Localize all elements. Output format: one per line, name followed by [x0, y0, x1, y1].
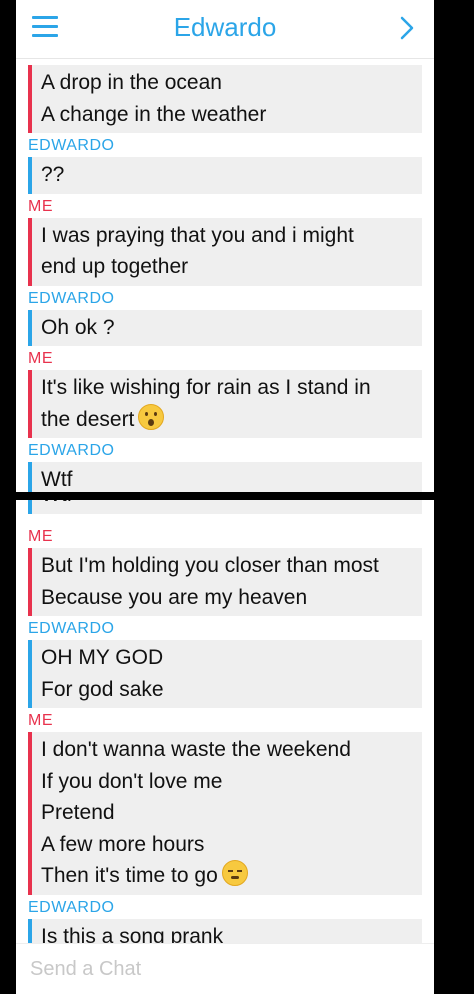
message-line: Then it's time to go [41, 860, 414, 892]
chat-title: Edwardo [173, 12, 277, 42]
message-line: A few more hours [41, 832, 205, 856]
message-bubble: Oh ok ? [28, 309, 422, 346]
message-line: If you don't love me [41, 769, 223, 793]
message-bubble: But I'm holding you closer than most Bec… [28, 548, 422, 616]
message-bubble: ?? [28, 157, 422, 194]
chevron-right-icon[interactable] [400, 16, 414, 40]
message-line: OH MY GOD [41, 646, 164, 669]
chat-header: Edwardo [16, 0, 434, 59]
message-line: Wtf [41, 468, 73, 491]
message-bubble: Wtf [28, 500, 422, 514]
chat-input-placeholder[interactable]: Send a Chat [30, 958, 141, 981]
sender-label: EDWARDO [28, 442, 115, 459]
message-line: I don't wanna waste the weekend [41, 738, 351, 761]
message-line: I was praying that you and i might [41, 223, 354, 247]
message-bubble: I don't wanna waste the weekend If you d… [28, 732, 422, 895]
sender-label: EDWARDO [28, 137, 115, 154]
message-line: ?? [41, 163, 65, 186]
sleepy-face-emoji-icon [221, 860, 248, 886]
message-bubble: A drop in the ocean A change in the weat… [28, 65, 422, 133]
message-line: For god sake [41, 677, 164, 701]
message-line: Pretend [41, 801, 115, 824]
message-line: But I'm holding you closer than most [41, 554, 379, 577]
sender-label: ME [28, 712, 53, 729]
chat-input-bar[interactable]: Send a Chat [16, 943, 434, 994]
surprised-face-emoji-icon [138, 403, 165, 430]
message-line: A drop in the ocean [41, 71, 222, 94]
cut-off-message: Wtf [28, 500, 422, 540]
chat-screen-top: Edwardo A drop in the ocean A change in … [16, 0, 434, 492]
message-line: Because you are my heaven [41, 585, 308, 609]
message-list: A drop in the ocean A change in the weat… [16, 59, 434, 492]
sender-label: ME [28, 350, 53, 367]
message-line: the desert [41, 403, 414, 436]
message-list: Wtf ME But I'm holding you closer than m… [16, 500, 434, 955]
message-line: end up together [41, 255, 189, 278]
message-bubble: It's like wishing for rain as I stand in… [28, 370, 422, 438]
sender-label: EDWARDO [28, 898, 115, 916]
message-text: Then it's time to go [41, 864, 218, 887]
message-line: Wtf [41, 500, 414, 511]
message-line: Oh ok ? [41, 315, 115, 339]
sender-label: ME [28, 197, 53, 215]
message-line: A change in the weather [41, 102, 267, 126]
sender-label: EDWARDO [28, 289, 115, 307]
message-text: the desert [41, 407, 135, 431]
chat-screen-bottom: Wtf ME But I'm holding you closer than m… [16, 500, 434, 994]
sender-label: EDWARDO [28, 620, 115, 637]
message-bubble: OH MY GOD For god sake [28, 640, 422, 708]
message-line: It's like wishing for rain as I stand in [41, 376, 371, 399]
message-bubble: I was praying that you and i might end u… [28, 217, 422, 286]
message-bubble: Wtf [28, 462, 422, 492]
